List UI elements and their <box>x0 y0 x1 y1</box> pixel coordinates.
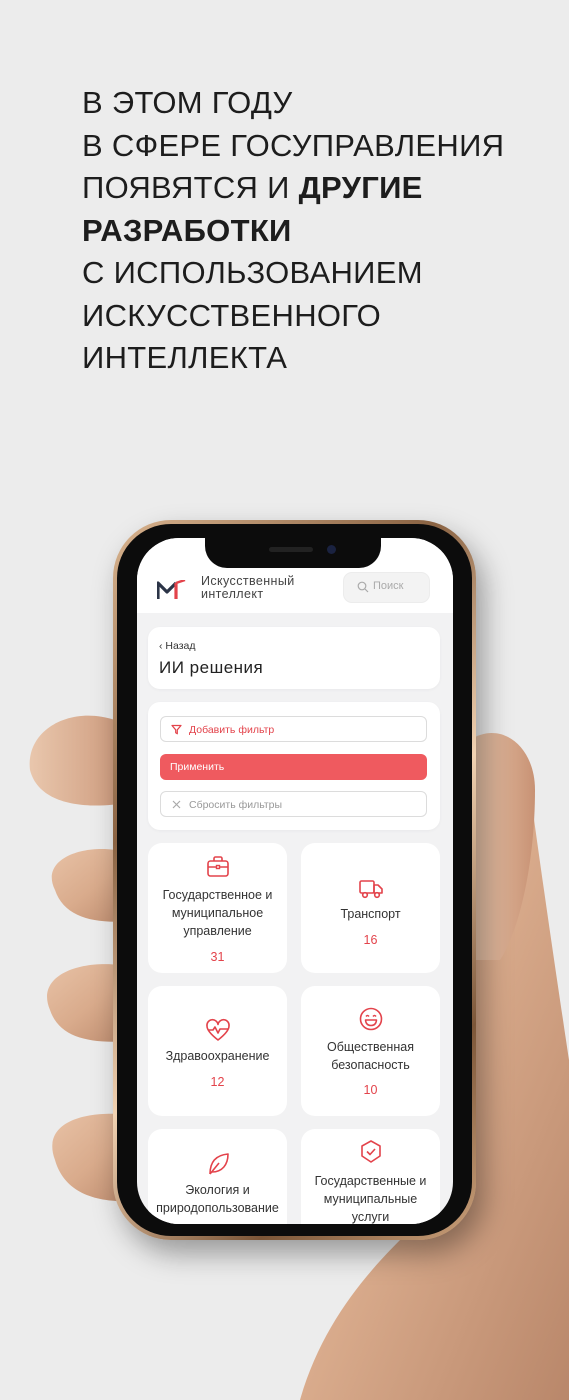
leaf-icon <box>208 1153 229 1175</box>
shield-check-icon <box>360 1140 381 1163</box>
reset-filters-button[interactable]: Сбросить фильтры <box>160 791 427 817</box>
page-title: ИИ решения <box>159 658 264 677</box>
phone-notch <box>205 537 381 568</box>
briefcase-icon <box>206 856 229 877</box>
category-tile-public-safety[interactable]: Общественная безопасность 10 <box>301 986 440 1116</box>
category-count: 16 <box>363 933 378 947</box>
back-label: Назад <box>165 640 196 652</box>
page-header-card: ‹ Назад ИИ решения <box>148 627 440 689</box>
back-link[interactable]: ‹ Назад <box>159 640 196 652</box>
category-tile-transport[interactable]: Транспорт 16 <box>301 843 440 973</box>
category-name: Общественная безопасность <box>327 1040 414 1072</box>
search-icon <box>357 581 369 593</box>
category-tile-gov-management[interactable]: Государственное и муниципальное управлен… <box>148 843 287 973</box>
speaker-grille <box>269 547 313 552</box>
category-tile-ecology[interactable]: Экология и природопользование <box>148 1129 287 1224</box>
apply-label: Применить <box>170 761 225 773</box>
camera-icon <box>327 545 336 554</box>
apply-button[interactable]: Применить <box>160 754 427 780</box>
category-name: Экология и природопользование <box>156 1183 279 1215</box>
filter-card: Добавить фильтр Применить Сбросить фильт… <box>148 702 440 830</box>
heart-pulse-icon <box>205 1018 230 1041</box>
search-input[interactable]: Поиск <box>343 572 430 603</box>
category-name: Транспорт <box>340 907 401 921</box>
chevron-left-icon: ‹ <box>159 640 163 652</box>
truck-icon <box>358 880 383 899</box>
category-name: Здравоохранение <box>165 1049 270 1063</box>
category-tile-public-services[interactable]: Государственные и муниципальные услуги <box>301 1129 440 1224</box>
smile-icon <box>359 1007 382 1031</box>
category-name: Государственные и муниципальные услуги <box>314 1174 427 1224</box>
logo-icon[interactable] <box>157 580 187 600</box>
brand-name: Искусственный интеллект <box>201 575 295 601</box>
category-count: 31 <box>210 950 225 964</box>
brand-line-2: интеллект <box>201 587 264 601</box>
reset-filters-label: Сбросить фильтры <box>189 799 283 811</box>
category-count: 10 <box>363 1083 378 1097</box>
category-tile-healthcare[interactable]: Здравоохранение 12 <box>148 986 287 1116</box>
category-count: 12 <box>210 1075 225 1089</box>
close-icon <box>172 800 181 809</box>
add-filter-label: Добавить фильтр <box>189 724 275 736</box>
add-filter-button[interactable]: Добавить фильтр <box>160 716 427 742</box>
search-placeholder: Поиск <box>373 580 404 592</box>
category-name: Государственное и муниципальное управлен… <box>162 888 273 938</box>
filter-icon <box>171 724 182 735</box>
phone-screen: Искусственный интеллект Поиск ‹ Назад ИИ… <box>137 538 453 1224</box>
